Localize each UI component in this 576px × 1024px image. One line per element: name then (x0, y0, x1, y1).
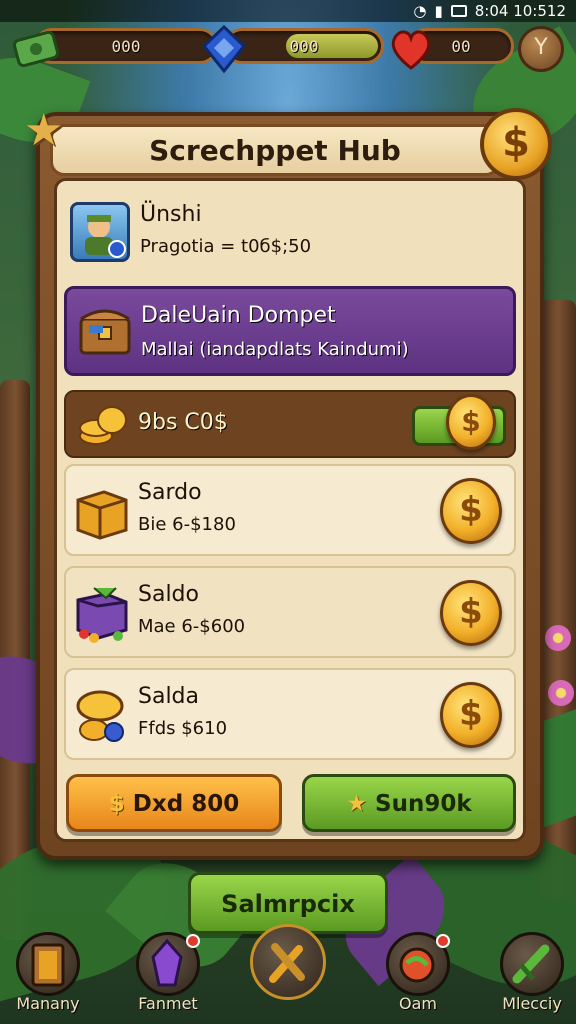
star-icon: ★ (24, 105, 64, 156)
item-title: Sardo (138, 480, 202, 505)
buy-coin-button[interactable]: $ (440, 478, 502, 544)
title-bar: Screchppet Hub (50, 124, 500, 176)
branch-icon: Ү (534, 35, 548, 60)
heart-icon (388, 26, 434, 72)
item-title: Salda (138, 684, 200, 709)
list-item[interactable]: Saldo Mae 6-$600 $ (64, 566, 516, 658)
item-price: Ffds $610 (138, 718, 228, 739)
nav-item-fanmet[interactable]: Fanmet (128, 930, 208, 1024)
hammer-icon (250, 924, 326, 1000)
wallet-title: DaleUain Dompet (141, 303, 336, 328)
profile-name: Ünshi (140, 202, 202, 227)
signal-icon: ▮ (434, 2, 443, 20)
star-icon: ★ (346, 791, 367, 817)
coin-icon[interactable]: $ (446, 394, 496, 450)
item-price: Mae 6-$600 (138, 616, 246, 637)
hub-panel: Screchppet Hub ★ $ Ünshi Pragotia = t0б$… (24, 106, 552, 860)
notification-badge (436, 934, 450, 948)
box-icon (74, 484, 128, 540)
profile-row[interactable]: Ünshi Pragotia = t0б$;50 (64, 196, 516, 268)
resource-bar: 000 000 00 Ү (12, 24, 568, 74)
nav-item-manany[interactable]: Manany (8, 930, 88, 1024)
bottom-nav: Manany Fanmet Oam Mlecciy (0, 924, 576, 1024)
gift-box-icon (72, 584, 130, 643)
nav-item-build[interactable] (248, 922, 328, 1016)
profile-detail: Pragotia = t0б$;50 (140, 236, 312, 257)
panel-title: Screchppet Hub (149, 133, 401, 167)
nav-item-oam[interactable]: Oam (378, 930, 458, 1024)
buy-coin-button[interactable]: $ (440, 580, 502, 646)
gem-icon (200, 24, 247, 74)
book-icon (16, 932, 80, 996)
menu-button[interactable]: Ү (518, 26, 564, 72)
status-time: 8:04 10:512 (474, 2, 566, 20)
nav-item-mlecciy[interactable]: Mlecciy (492, 930, 572, 1024)
notification-badge (186, 934, 200, 948)
coin-pile-icon (74, 686, 130, 744)
gem-counter[interactable]: 000 (224, 28, 384, 64)
avatar (70, 202, 130, 262)
balance-row: 9bs C0$ $ (64, 390, 516, 458)
battery-icon (450, 5, 467, 17)
deposit-button[interactable]: $ Dxd 800 (66, 774, 282, 832)
dollar-icon: $ (108, 791, 125, 817)
balance-value: 9bs C0$ (138, 410, 228, 435)
wallet-row[interactable]: DaleUain Dompet Mallai (iandapdlats Kain… (64, 286, 516, 376)
buy-coin-button[interactable]: $ (440, 682, 502, 748)
coin-icon[interactable]: $ (480, 108, 552, 180)
list-item[interactable]: Salda Ffds $610 $ (64, 668, 516, 760)
reward-button[interactable]: ★ Sun90k (302, 774, 516, 832)
chest-icon (77, 303, 131, 357)
cash-icon (12, 26, 60, 72)
coin-stack-icon (78, 402, 128, 448)
item-title: Saldo (138, 582, 199, 607)
sword-icon (500, 932, 564, 996)
status-bar: ◔ ▮ 8:04 10:512 (0, 0, 576, 22)
item-price: Bie 6-$180 (138, 514, 236, 535)
list-item[interactable]: Sardo Bie 6-$180 $ (64, 464, 516, 556)
wallet-subtitle: Mallai (iandapdlats Kaindumi) (141, 339, 409, 360)
wifi-icon: ◔ (413, 2, 427, 20)
